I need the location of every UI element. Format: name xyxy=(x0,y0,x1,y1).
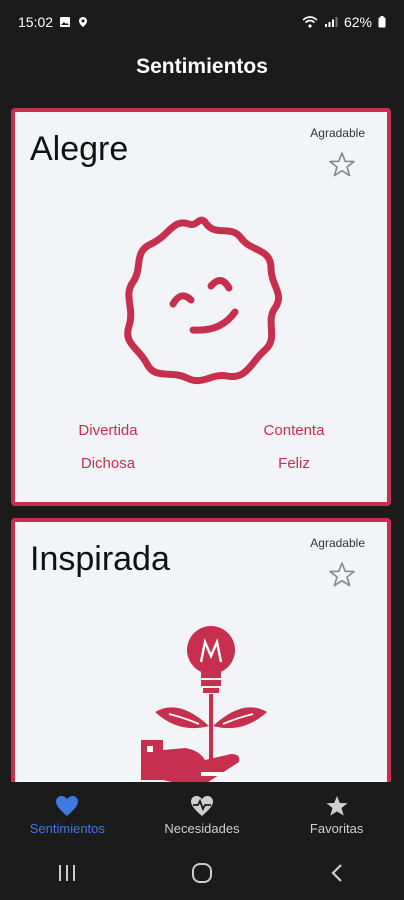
back-icon xyxy=(331,864,342,882)
feeling-card-inspirada[interactable]: Inspirada Agradable xyxy=(11,518,391,782)
nav-label: Necesidades xyxy=(164,820,240,836)
system-nav-bar xyxy=(0,846,404,900)
feelings-list[interactable]: Alegre Agradable Divertida Contenta Dich… xyxy=(0,96,404,782)
favorite-star-icon[interactable] xyxy=(327,560,357,590)
sub-feeling-feliz[interactable]: Feliz xyxy=(201,455,387,472)
nav-necesidades[interactable]: Necesidades xyxy=(137,795,267,836)
feeling-card-alegre[interactable]: Alegre Agradable Divertida Contenta Dich… xyxy=(11,108,391,506)
sub-feeling-contenta[interactable]: Contenta xyxy=(201,422,387,439)
nav-sentimientos[interactable]: Sentimientos xyxy=(2,795,132,836)
wifi-icon xyxy=(302,16,318,28)
sub-feelings-grid: Divertida Contenta Dichosa Feliz xyxy=(15,422,387,472)
app-bar: Sentimientos xyxy=(0,44,404,90)
status-right: 62% xyxy=(302,14,386,30)
page-title: Sentimientos xyxy=(136,55,268,78)
back-button[interactable] xyxy=(317,858,357,888)
category-label: Agradable xyxy=(310,126,365,140)
recent-apps-button[interactable] xyxy=(47,858,87,888)
battery-percent: 62% xyxy=(343,14,372,30)
home-button[interactable] xyxy=(182,858,222,888)
heartbeat-icon xyxy=(190,795,213,816)
location-icon xyxy=(79,17,88,27)
favorite-star-icon[interactable] xyxy=(327,150,357,180)
bottom-nav: Sentimientos Necesidades Favoritas xyxy=(0,784,404,846)
star-icon xyxy=(326,795,348,816)
heart-icon xyxy=(56,795,79,816)
card-title: Inspirada xyxy=(30,540,170,578)
recent-apps-icon xyxy=(59,865,76,881)
status-left: 15:02 xyxy=(18,14,89,30)
lightbulb-plant-illustration xyxy=(141,626,267,782)
gallery-icon xyxy=(60,17,71,27)
battery-icon xyxy=(378,16,386,28)
sub-feeling-dichosa[interactable]: Dichosa xyxy=(15,455,201,472)
signal-icon xyxy=(324,17,338,27)
nav-label: Favoritas xyxy=(309,820,364,836)
nav-favoritas[interactable]: Favoritas xyxy=(272,795,402,836)
home-icon xyxy=(191,863,212,883)
card-title: Alegre xyxy=(30,130,129,168)
status-bar: 15:02 62% xyxy=(0,0,404,44)
category-label: Agradable xyxy=(310,536,365,550)
sub-feeling-divertida[interactable]: Divertida xyxy=(15,422,201,439)
nav-label: Sentimientos xyxy=(29,820,105,836)
clock: 15:02 xyxy=(18,14,54,30)
sun-smile-illustration xyxy=(124,216,283,385)
